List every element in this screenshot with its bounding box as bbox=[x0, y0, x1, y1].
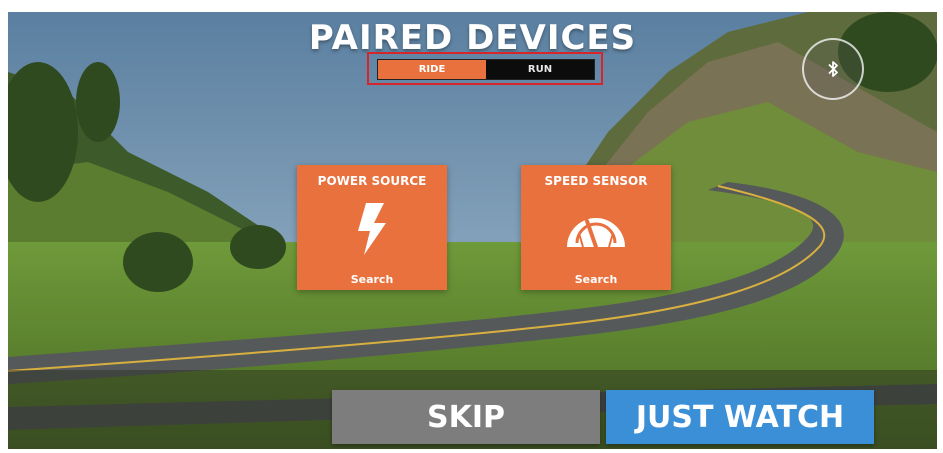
bluetooth-icon bbox=[828, 61, 838, 77]
game-scene: PAIRED DEVICES RIDE RUN POWER SOURCE Sea… bbox=[8, 12, 937, 449]
bluetooth-button[interactable] bbox=[802, 38, 864, 100]
mode-toggle[interactable]: RIDE RUN bbox=[377, 59, 595, 80]
run-tab[interactable]: RUN bbox=[486, 60, 594, 79]
speed-sensor-card[interactable]: SPEED SENSOR Search bbox=[521, 165, 671, 290]
lightning-bolt-icon bbox=[358, 203, 386, 255]
ride-tab[interactable]: RIDE bbox=[378, 60, 486, 79]
power-source-card[interactable]: POWER SOURCE Search bbox=[297, 165, 447, 290]
power-source-title: POWER SOURCE bbox=[317, 174, 427, 188]
speed-sensor-title: SPEED SENSOR bbox=[544, 174, 648, 188]
speedometer-icon bbox=[567, 218, 625, 249]
skip-button[interactable]: SKIP bbox=[332, 390, 600, 444]
mode-toggle-highlight: RIDE RUN bbox=[367, 52, 603, 85]
just-watch-button[interactable]: JUST WATCH bbox=[606, 390, 874, 444]
power-source-search[interactable]: Search bbox=[297, 273, 447, 286]
speed-sensor-search[interactable]: Search bbox=[521, 273, 671, 286]
